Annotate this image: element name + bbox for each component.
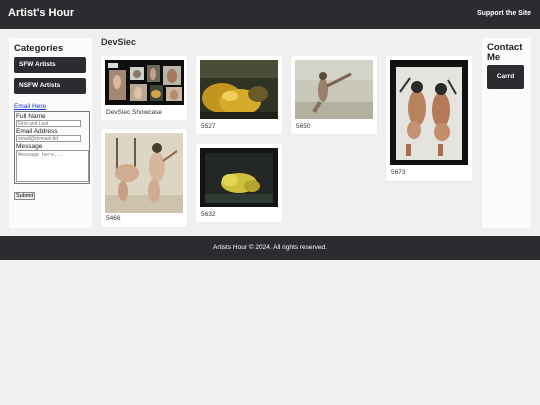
gallery-card[interactable]: 5650 [291, 56, 377, 134]
gallery-card[interactable]: 5673 [386, 56, 472, 181]
gallery-card[interactable]: 5466 [101, 129, 187, 227]
submit-button[interactable]: Submit [14, 192, 36, 200]
card-label: 5650 [296, 123, 311, 130]
gallery-card[interactable]: 5527 [196, 56, 282, 134]
email-here-link[interactable]: Email Here [14, 103, 87, 110]
artist-title: DevSiec [101, 37, 137, 47]
contact-sidebar: Contact Me Carrd [482, 38, 531, 228]
support-site-link[interactable]: Support the Site [477, 10, 531, 17]
card-label: DevSiec Showcase [106, 109, 162, 116]
full-name-label: Full Name [16, 113, 46, 120]
full-name-input[interactable] [16, 120, 81, 127]
categories-heading: Categories [14, 43, 64, 54]
artwork-thumbnail[interactable] [295, 60, 373, 119]
gallery-card[interactable]: DevSiec Showcase [101, 56, 187, 120]
card-label: 5527 [201, 123, 216, 130]
message-label: Message [16, 143, 43, 150]
site-title[interactable]: Artist's Hour [8, 7, 74, 19]
gallery-card[interactable]: 5632 [196, 144, 282, 222]
artwork-thumbnail[interactable] [200, 60, 278, 119]
contact-heading: Contact Me [487, 42, 523, 63]
message-textarea[interactable] [16, 150, 89, 182]
sfw-artists-button[interactable]: SFW Artists [14, 57, 86, 73]
footer-copyright: Artists Hour © 2024. All rights reserved… [213, 244, 327, 251]
artwork-thumbnail[interactable] [390, 60, 468, 165]
artwork-thumbnail[interactable] [200, 148, 278, 207]
nsfw-artists-button[interactable]: NSFW Artists [14, 78, 86, 94]
top-navbar: Artist's Hour Support the Site [0, 0, 540, 29]
contact-form: Full Name Email Address Message [14, 111, 90, 184]
card-label: 5673 [391, 169, 406, 176]
card-label: 5632 [201, 211, 216, 218]
email-input[interactable] [16, 135, 81, 142]
showcase-thumbnail[interactable] [105, 60, 184, 105]
categories-sidebar: Categories SFW Artists NSFW Artists Emai… [9, 38, 92, 228]
footer: Artists Hour © 2024. All rights reserved… [0, 236, 540, 260]
card-label: 5466 [106, 215, 121, 222]
carrd-button[interactable]: Carrd [487, 65, 524, 89]
email-address-label: Email Address [16, 128, 58, 135]
artwork-thumbnail[interactable] [105, 133, 183, 213]
